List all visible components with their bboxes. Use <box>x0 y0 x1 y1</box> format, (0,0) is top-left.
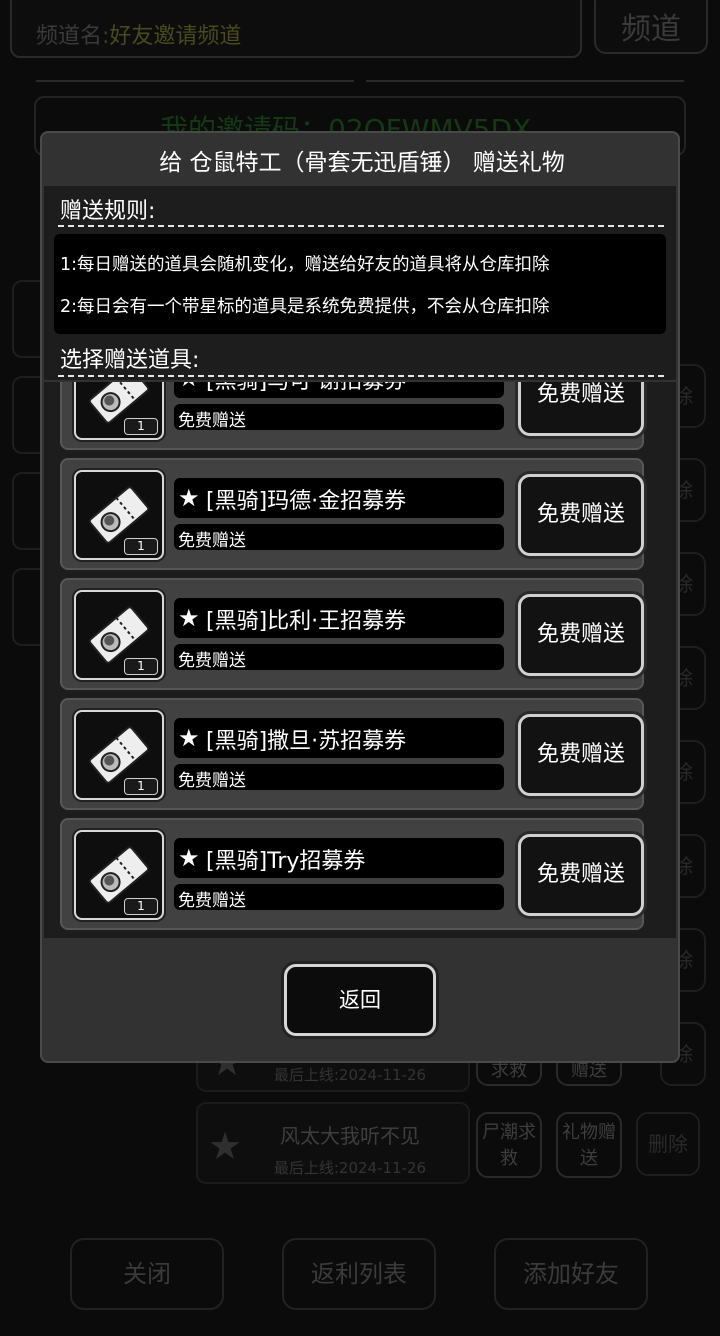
dialog-title: 给 仓鼠特工（骨套无迅盾锤） 赠送礼物 <box>159 150 565 176</box>
free-gift-button[interactable]: 免费赠送 <box>518 834 644 916</box>
channel-name-value: 好友邀请频道 <box>109 24 242 49</box>
item-icon-frame: 1 <box>74 382 164 440</box>
divider-left <box>36 80 354 82</box>
star-icon: ★ <box>178 844 200 872</box>
item-sub-label: 免费赠送 <box>178 411 246 431</box>
select-items-title: 选择赠送道具: <box>60 348 200 373</box>
item-name-box: ★ [黑骑]玛德·金招募券 <box>174 478 504 518</box>
rules-title: 赠送规则: <box>60 199 156 224</box>
back-button[interactable]: 返回 <box>284 964 436 1036</box>
item-sub-label: 免费赠送 <box>178 891 246 911</box>
gift-item: 1 ★ [黑骑]马可·谢招募券 免费赠送 免费赠送 <box>60 382 644 450</box>
item-name-box: ★ [黑骑]撒旦·苏招募券 <box>174 718 504 758</box>
free-gift-button[interactable]: 免费赠送 <box>518 474 644 556</box>
dashed-divider <box>58 225 664 227</box>
delete-button[interactable]: 删除 <box>636 1112 700 1176</box>
dashed-divider <box>58 375 664 377</box>
gift-item: 1 ★ [黑骑]比利·王招募券 免费赠送 免费赠送 <box>60 578 644 690</box>
friend-last-online: 最后上线:2024-11-26 <box>273 1159 427 1177</box>
gift-item: 1 ★ [黑骑]Try招募券 免费赠送 免费赠送 <box>60 818 644 930</box>
item-name: [黑骑]玛德·金招募券 <box>206 489 407 514</box>
star-icon: ★ <box>178 382 200 392</box>
item-sub-label: 免费赠送 <box>178 771 246 791</box>
item-sub-box: 免费赠送 <box>174 524 504 551</box>
item-sub-label: 免费赠送 <box>178 651 246 671</box>
free-gift-button[interactable]: 免费赠送 <box>518 714 644 796</box>
item-name: [黑骑]撒旦·苏招募券 <box>206 729 407 754</box>
friend-name: 风太大我听不见 <box>280 1124 420 1148</box>
free-gift-button[interactable]: 免费赠送 <box>518 594 644 676</box>
rule-line-1: 1:每日赠送的道具会随机变化，赠送给好友的道具将从仓库扣除 <box>60 255 550 275</box>
item-count-badge: 1 <box>124 658 158 675</box>
item-sub-label: 免费赠送 <box>178 531 246 551</box>
item-icon-frame: 1 <box>74 830 164 920</box>
rescue-button[interactable]: 尸潮求救 <box>476 1112 542 1178</box>
item-icon-frame: 1 <box>74 710 164 800</box>
gift-item-list[interactable]: 1 ★ [黑骑]马可·谢招募券 免费赠送 免费赠送 1 ★ [黑骑]玛德·金招募… <box>44 382 676 938</box>
star-icon: ★ <box>208 1124 243 1168</box>
star-icon: ★ <box>178 604 200 632</box>
friend-last-online: 最后上线:2024-11-26 <box>273 1066 427 1084</box>
item-count-badge: 1 <box>124 898 158 915</box>
item-icon-frame: 1 <box>74 590 164 680</box>
item-count-badge: 1 <box>124 418 158 435</box>
item-icon-frame: 1 <box>74 470 164 560</box>
item-sub-box: 免费赠送 <box>174 884 504 911</box>
divider-right <box>366 80 684 82</box>
rule-line-2: 2:每日会有一个带星标的道具是系统免费提供，不会从仓库扣除 <box>60 297 550 317</box>
channel-button[interactable]: 频道 <box>594 0 708 54</box>
item-sub-box: 免费赠送 <box>174 764 504 791</box>
gift-item: 1 ★ [黑骑]撒旦·苏招募券 免费赠送 免费赠送 <box>60 698 644 810</box>
rules-text-box <box>54 234 666 334</box>
item-sub-box: 免费赠送 <box>174 644 504 671</box>
add-friend-button[interactable]: 添加好友 <box>494 1238 648 1310</box>
close-button[interactable]: 关闭 <box>70 1238 224 1310</box>
item-name-box: ★ [黑骑]比利·王招募券 <box>174 598 504 638</box>
item-name-box: ★ [黑骑]Try招募券 <box>174 838 504 878</box>
star-icon: ★ <box>178 484 200 512</box>
item-name-box: ★ [黑骑]马可·谢招募券 <box>174 382 504 398</box>
rebate-list-button[interactable]: 返利列表 <box>282 1238 436 1310</box>
item-name: [黑骑]比利·王招募券 <box>206 609 407 634</box>
item-count-badge: 1 <box>124 778 158 795</box>
channel-name-label: 频道名:好友邀请频道 <box>36 24 242 49</box>
gift-button[interactable]: 礼物赠送 <box>556 1112 622 1178</box>
item-name: [黑骑]马可·谢招募券 <box>206 382 406 395</box>
item-sub-box: 免费赠送 <box>174 404 504 431</box>
item-name: [黑骑]Try招募券 <box>206 849 366 874</box>
gift-item: 1 ★ [黑骑]玛德·金招募券 免费赠送 免费赠送 <box>60 458 644 570</box>
item-count-badge: 1 <box>124 538 158 555</box>
free-gift-button[interactable]: 免费赠送 <box>518 382 644 436</box>
star-icon: ★ <box>178 724 200 752</box>
